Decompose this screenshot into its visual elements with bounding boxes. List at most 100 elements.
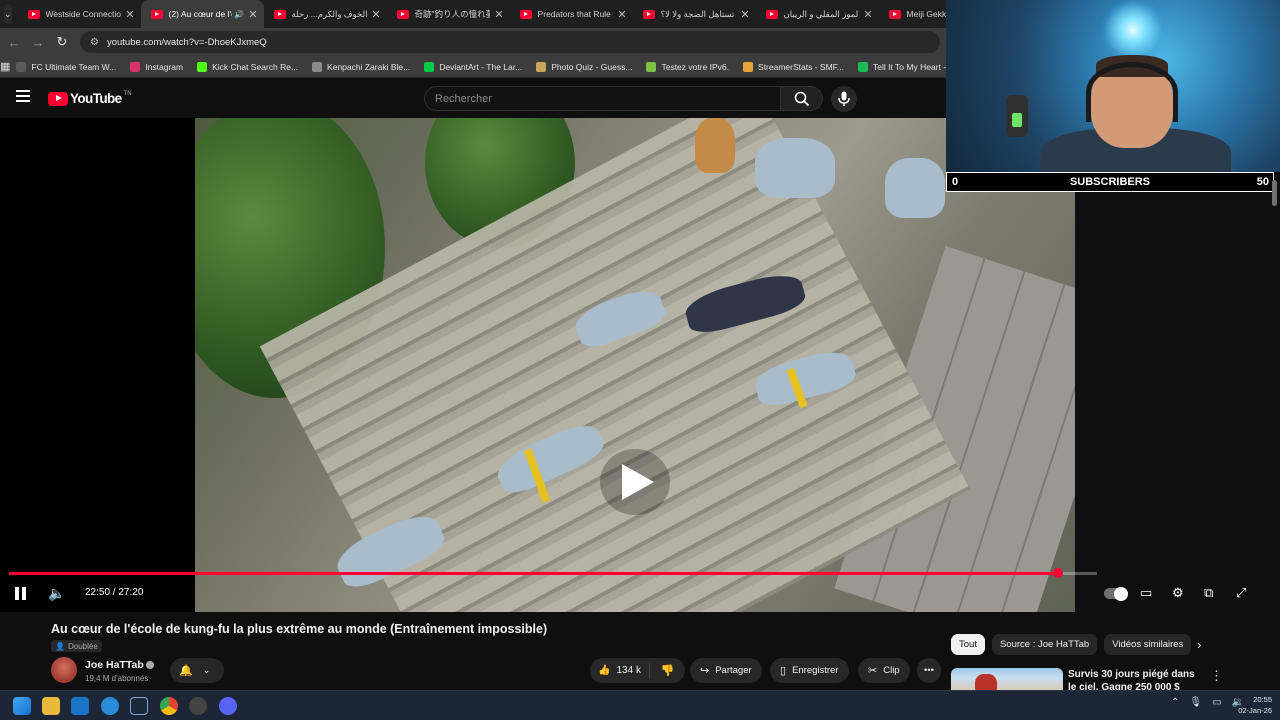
- sidebar-scrollbar[interactable]: [1272, 180, 1277, 206]
- search-button[interactable]: [781, 86, 823, 111]
- app-icon[interactable]: [101, 697, 119, 715]
- network-icon[interactable]: ▭: [1212, 697, 1221, 708]
- scissors-icon: ✂: [868, 665, 878, 677]
- bookmark-favicon-icon: [646, 61, 657, 72]
- more-actions-button[interactable]: •••: [917, 658, 941, 683]
- sub-goal-label: SUBSCRIBERS: [1069, 176, 1151, 188]
- like-button[interactable]: 👍 134 k: [590, 662, 650, 679]
- bookmark-item[interactable]: Instagram: [130, 61, 183, 72]
- youtube-favicon-icon: [396, 9, 409, 19]
- bookmark-favicon-icon: [858, 61, 868, 72]
- tab-audio-icon[interactable]: 🔊: [234, 10, 244, 19]
- pause-button[interactable]: [14, 587, 28, 601]
- chevron-up-icon[interactable]: ⌃: [1171, 697, 1179, 708]
- youtube-wordmark: YouTube: [70, 91, 122, 106]
- close-tab-icon[interactable]: ✕: [248, 8, 257, 21]
- forward-icon[interactable]: →: [26, 35, 50, 50]
- chrome-icon[interactable]: [160, 697, 178, 715]
- country-code: TN: [123, 90, 132, 97]
- video-player[interactable]: [0, 118, 1075, 612]
- site-info-icon[interactable]: ⚙: [90, 37, 99, 48]
- close-tab-icon[interactable]: ✕: [494, 8, 503, 21]
- search-placeholder: Rechercher: [435, 93, 492, 105]
- windows-start-icon[interactable]: [13, 697, 31, 715]
- recommendation-title[interactable]: Survis 30 jours piégé dans le ciel. Gagn…: [1068, 668, 1198, 692]
- reload-icon[interactable]: ↻: [50, 34, 74, 50]
- chevron-right-icon[interactable]: ›: [1197, 637, 1201, 652]
- browser-tab[interactable]: (2) Au cœur de l'é 🔊 ✕: [140, 0, 264, 28]
- browser-tab[interactable]: Westside Connection ✕: [18, 0, 141, 28]
- filter-chip[interactable]: Source : Joe HaTTab: [991, 634, 1098, 655]
- tab-search-icon[interactable]: ⌄: [4, 4, 12, 24]
- filter-chip[interactable]: Vidéos similaires: [1104, 634, 1192, 655]
- headset: [1086, 62, 1178, 122]
- settings-gear-icon[interactable]: ⚙: [1172, 585, 1184, 601]
- channel-name[interactable]: Joe HaTTab: [85, 659, 144, 671]
- bookmark-item[interactable]: Testez votre IPv6.: [646, 61, 729, 72]
- app-icon[interactable]: [189, 697, 207, 715]
- youtube-masthead: YouTube TN Rechercher: [0, 78, 946, 118]
- fullscreen-icon[interactable]: ⤢: [1236, 585, 1246, 601]
- bookmark-item[interactable]: Tell It To My Heart -...: [858, 61, 953, 72]
- channel-avatar[interactable]: [51, 657, 77, 683]
- miniplayer-icon[interactable]: ⧉: [1204, 585, 1213, 601]
- play-overlay-icon[interactable]: [600, 449, 670, 515]
- notification-bell-button[interactable]: 🔔 ⌄: [170, 658, 224, 683]
- save-button[interactable]: ▯ Enregistrer: [770, 658, 849, 683]
- browser-tab[interactable]: بين الخوف والكرم... رحلة✕: [264, 0, 387, 28]
- tab-title: بين الخوف والكرم... رحلة: [291, 8, 368, 19]
- bookmark-item[interactable]: Kick Chat Search Re...: [197, 61, 298, 72]
- youtube-favicon-icon: [642, 9, 655, 19]
- close-tab-icon[interactable]: ✕: [371, 8, 380, 21]
- filter-chip[interactable]: Tout: [951, 634, 985, 655]
- share-label: Partager: [715, 665, 752, 676]
- ceiling-light: [1096, 0, 1170, 60]
- dubbed-label: Doublée: [67, 641, 98, 651]
- share-button[interactable]: ↪ Partager: [690, 658, 762, 683]
- bookmark-item[interactable]: FC Ultimate Team W...: [16, 61, 116, 72]
- browser-tab[interactable]: Predators that Rule S ✕: [510, 0, 633, 28]
- dislike-button[interactable]: 👎: [650, 664, 685, 677]
- apps-grid-icon[interactable]: ▦: [0, 60, 10, 73]
- steam-icon[interactable]: [130, 697, 148, 715]
- url-text: youtube.com/watch?v=-DhoeKJxmeQ: [106, 36, 267, 48]
- sub-goal-target: 50: [1256, 176, 1269, 188]
- bookmark-item[interactable]: StreamerStats - SMF...: [743, 61, 844, 72]
- system-clock[interactable]: 20:55 02-Jan-26: [1238, 694, 1272, 716]
- file-explorer-icon[interactable]: [42, 697, 60, 715]
- bookmark-favicon-icon: [743, 61, 754, 72]
- close-tab-icon[interactable]: ✕: [740, 8, 749, 21]
- progress-bar[interactable]: [9, 568, 1097, 578]
- address-bar[interactable]: ⚙ youtube.com/watch?v=-DhoeKJxmeQ: [80, 31, 940, 53]
- back-icon[interactable]: ←: [2, 35, 26, 50]
- stream-microphone: [1006, 95, 1028, 137]
- youtube-logo[interactable]: YouTube TN: [48, 91, 132, 106]
- browser-tab[interactable]: 奇跡"釣り人の憧れ夢...✕: [387, 0, 510, 28]
- close-tab-icon[interactable]: ✕: [125, 8, 134, 21]
- browser-tab[interactable]: تستاهل الضجة ولا لا؟ ✕: [633, 0, 756, 28]
- os-taskbar: ⌃ 🎙 ▭ 🔉 20:55 02-Jan-26: [0, 690, 1280, 720]
- discord-icon[interactable]: [219, 697, 237, 715]
- bookmark-item[interactable]: Photo Quiz - Guess...: [536, 61, 632, 72]
- autoplay-toggle[interactable]: [1104, 586, 1128, 601]
- recommendation-thumbnail[interactable]: [951, 668, 1063, 692]
- microphone-tray-icon[interactable]: 🎙: [1189, 697, 1202, 708]
- outlook-icon[interactable]: [71, 697, 89, 715]
- clip-button[interactable]: ✂ Clip: [858, 658, 910, 683]
- more-vertical-icon[interactable]: ⋮: [1210, 668, 1223, 684]
- bookmark-item[interactable]: DeviantArt - The Lar...: [424, 61, 522, 72]
- tab-title: Predators that Rule S: [537, 9, 614, 19]
- volume-icon[interactable]: 🔈: [48, 585, 65, 602]
- browser-tab[interactable]: الموز المقلي و الريبان ✕: [756, 0, 879, 28]
- close-tab-icon[interactable]: ✕: [863, 8, 872, 21]
- browser-tab-strip: ⌄ Westside Connection ✕ (2) Au cœur de l'é…: [0, 0, 946, 28]
- close-tab-icon[interactable]: ✕: [617, 8, 626, 21]
- voice-search-button[interactable]: [831, 86, 857, 112]
- more-horizontal-icon: •••: [924, 665, 934, 676]
- progress-scrubber[interactable]: [1053, 568, 1063, 578]
- search-input[interactable]: Rechercher: [424, 86, 781, 111]
- bookmark-item[interactable]: Kenpachi Zaraki Ble...: [312, 61, 410, 72]
- subtitles-icon[interactable]: ▭: [1140, 585, 1152, 601]
- menu-icon[interactable]: [16, 90, 30, 102]
- clock-date: 02-Jan-26: [1238, 706, 1272, 715]
